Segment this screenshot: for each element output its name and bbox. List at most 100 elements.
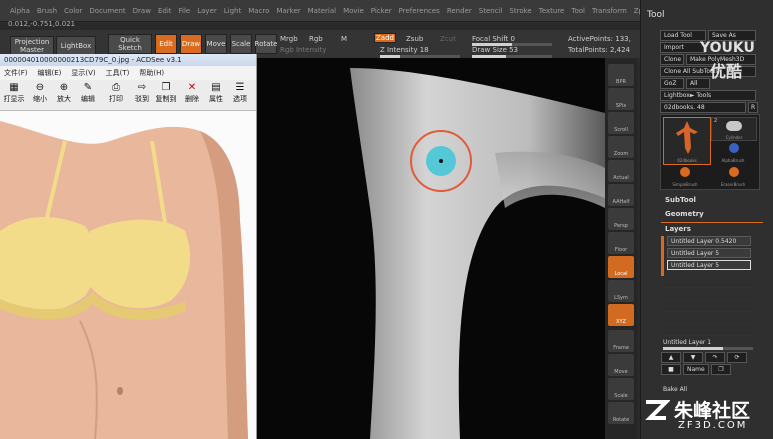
active-points-readout: ActivePoints: 133, [568, 35, 631, 43]
move-down-button[interactable]: ▼ [683, 352, 703, 363]
tool-thumb-eraserbrush[interactable]: EraserBrush [711, 165, 755, 187]
rotate-view-button[interactable]: Rotate [608, 402, 634, 424]
m-toggle[interactable]: M [341, 35, 347, 43]
actual-button[interactable]: Actual [608, 160, 634, 182]
tool-thumb-cylinder[interactable]: 2 Cylinder [711, 117, 757, 141]
menu-item-document[interactable]: Document [89, 7, 125, 15]
lightbox-tools-button[interactable]: Lightbox► Tools [660, 90, 756, 101]
lightbox-button[interactable]: LightBox [56, 36, 96, 56]
move-button[interactable]: Move [205, 34, 227, 54]
subtool-header[interactable]: SubTool [665, 196, 696, 204]
zadd-button[interactable]: Zadd [374, 33, 396, 43]
scale-view-button[interactable]: Scale [608, 378, 634, 400]
display-button[interactable]: ▦ 打显示 [2, 82, 26, 108]
move-up-button[interactable]: ▲ [661, 352, 681, 363]
redo-icon[interactable]: ↷ [705, 352, 725, 363]
geometry-header[interactable]: Geometry [665, 210, 704, 218]
viewer-menu-item[interactable]: 帮助(H) [139, 68, 164, 78]
menu-item-edit[interactable]: Edit [158, 7, 172, 15]
delete-icon[interactable]: ■ [661, 364, 681, 375]
lsym-button[interactable]: LSym [608, 280, 634, 302]
menu-item-material[interactable]: Material [308, 7, 336, 15]
menu-item-marker[interactable]: Marker [276, 7, 300, 15]
viewer-menu-item[interactable]: 编辑(E) [38, 68, 62, 78]
menu-item-stroke[interactable]: Stroke [509, 7, 531, 15]
image-viewer-window[interactable]: 000004010000000213CD79C_0.jpg - ACDSee v… [0, 54, 257, 439]
menu-item-render[interactable]: Render [447, 7, 472, 15]
canvas-viewport[interactable] [255, 58, 605, 439]
zsub-button[interactable]: Zsub [406, 35, 423, 43]
frame-button[interactable]: Frame [608, 330, 634, 352]
local-button[interactable]: Local [608, 256, 634, 278]
delete-button[interactable]: ✕ 删除 [180, 82, 204, 108]
aahalf-button[interactable]: AAHalf [608, 184, 634, 206]
menu-item-file[interactable]: File [179, 7, 191, 15]
duplicate-icon[interactable]: ❐ [711, 364, 731, 375]
r-button[interactable]: R [748, 102, 758, 113]
move-view-button[interactable]: Move [608, 354, 634, 376]
all-button[interactable]: All [686, 78, 710, 89]
layer-name-field[interactable]: Untitled Layer 1 [663, 339, 711, 346]
options-button[interactable]: ☰ 选项 [228, 82, 252, 108]
clone-button[interactable]: Clone [660, 54, 684, 65]
properties-button[interactable]: ▤ 属性 [204, 82, 228, 108]
layers-header[interactable]: Layers [665, 225, 691, 233]
menu-item-stencil[interactable]: Stencil [479, 7, 503, 15]
viewer-menu-item[interactable]: 工具(T) [106, 68, 130, 78]
bpr-button[interactable]: BPR [608, 64, 634, 86]
rgb-toggle[interactable]: Rgb [309, 35, 323, 43]
rgb-intensity-slider[interactable]: Rgb Intensity [280, 46, 326, 54]
refresh-icon[interactable]: ⟳ [727, 352, 747, 363]
persp-button[interactable]: Persp [608, 208, 634, 230]
scale-button[interactable]: Scale [230, 34, 252, 54]
goz-button[interactable]: GoZ [660, 78, 684, 89]
scroll-button[interactable]: Scroll [608, 112, 634, 134]
menu-item-preferences[interactable]: Preferences [399, 7, 440, 15]
rotate-button[interactable]: Rotate [255, 34, 277, 54]
edit-image-button[interactable]: ✎ 编辑 [76, 82, 100, 108]
viewer-menu-item[interactable]: 显示(V) [71, 68, 95, 78]
focal-shift-slider[interactable]: Focal Shift 0 [472, 35, 515, 43]
z-intensity-slider[interactable]: Z Intensity 18 [380, 46, 429, 54]
zcut-button[interactable]: Zcut [440, 35, 456, 43]
layer-item[interactable]: Untitled Layer 0.5420 [667, 236, 751, 246]
current-tool-slider[interactable]: 02dbooks. 48 [660, 102, 746, 113]
menu-item-light[interactable]: Light [224, 7, 241, 15]
draw-button[interactable]: Draw [180, 34, 202, 54]
layer-item[interactable]: Untitled Layer 5 [667, 248, 751, 258]
copy-to-button[interactable]: ❐ 复制到 [154, 82, 178, 108]
menu-item-movie[interactable]: Movie [343, 7, 364, 15]
zoom-in-button[interactable]: ⊕ 放大 [52, 82, 76, 108]
spix-button[interactable]: SPix [608, 88, 634, 110]
menu-item-color[interactable]: Color [64, 7, 82, 15]
move-to-button[interactable]: ⇨ 驳到 [130, 82, 154, 108]
menu-item-texture[interactable]: Texture [539, 7, 565, 15]
mrgb-toggle[interactable]: Mrgb [280, 35, 298, 43]
menu-item-picker[interactable]: Picker [371, 7, 392, 15]
layer-name-button[interactable]: Name [683, 364, 709, 375]
tool-thumb-alphabrush[interactable]: AlphaBrush [711, 141, 755, 163]
edit-button[interactable]: Edit [155, 34, 177, 54]
zoom-button[interactable]: Zoom [608, 136, 634, 158]
bake-all-button[interactable]: Bake All [663, 386, 687, 393]
menu-item-alpha[interactable]: Alpha [10, 7, 30, 15]
print-button[interactable]: ⎙ 打印 [104, 82, 128, 108]
layer-intensity-track[interactable] [663, 347, 753, 350]
zoom-out-button[interactable]: ⊖ 缩小 [28, 82, 52, 108]
layer-item[interactable]: Untitled Layer 5 [667, 260, 751, 270]
tool-thumb-simplebrush[interactable]: SimpleBrush [663, 165, 707, 187]
quick-sketch-button[interactable]: Quick Sketch [108, 34, 152, 54]
xyz-button[interactable]: XYZ [608, 304, 634, 326]
floor-button[interactable]: Floor [608, 232, 634, 254]
draw-size-slider[interactable]: Draw Size 53 [472, 46, 518, 54]
tool-thumb-02dbooks[interactable]: 02dbooks [663, 117, 711, 165]
viewer-title-bar[interactable]: 000004010000000213CD79C_0.jpg - ACDSee v… [0, 54, 256, 66]
viewer-menu-item[interactable]: 文件(F) [4, 68, 28, 78]
menu-item-brush[interactable]: Brush [37, 7, 57, 15]
menu-item-transform[interactable]: Transform [592, 7, 627, 15]
menu-item-macro[interactable]: Macro [248, 7, 269, 15]
menu-item-draw[interactable]: Draw [133, 7, 151, 15]
projection-master-button[interactable]: Projection Master [10, 36, 54, 56]
menu-item-tool[interactable]: Tool [571, 7, 585, 15]
menu-item-layer[interactable]: Layer [197, 7, 217, 15]
